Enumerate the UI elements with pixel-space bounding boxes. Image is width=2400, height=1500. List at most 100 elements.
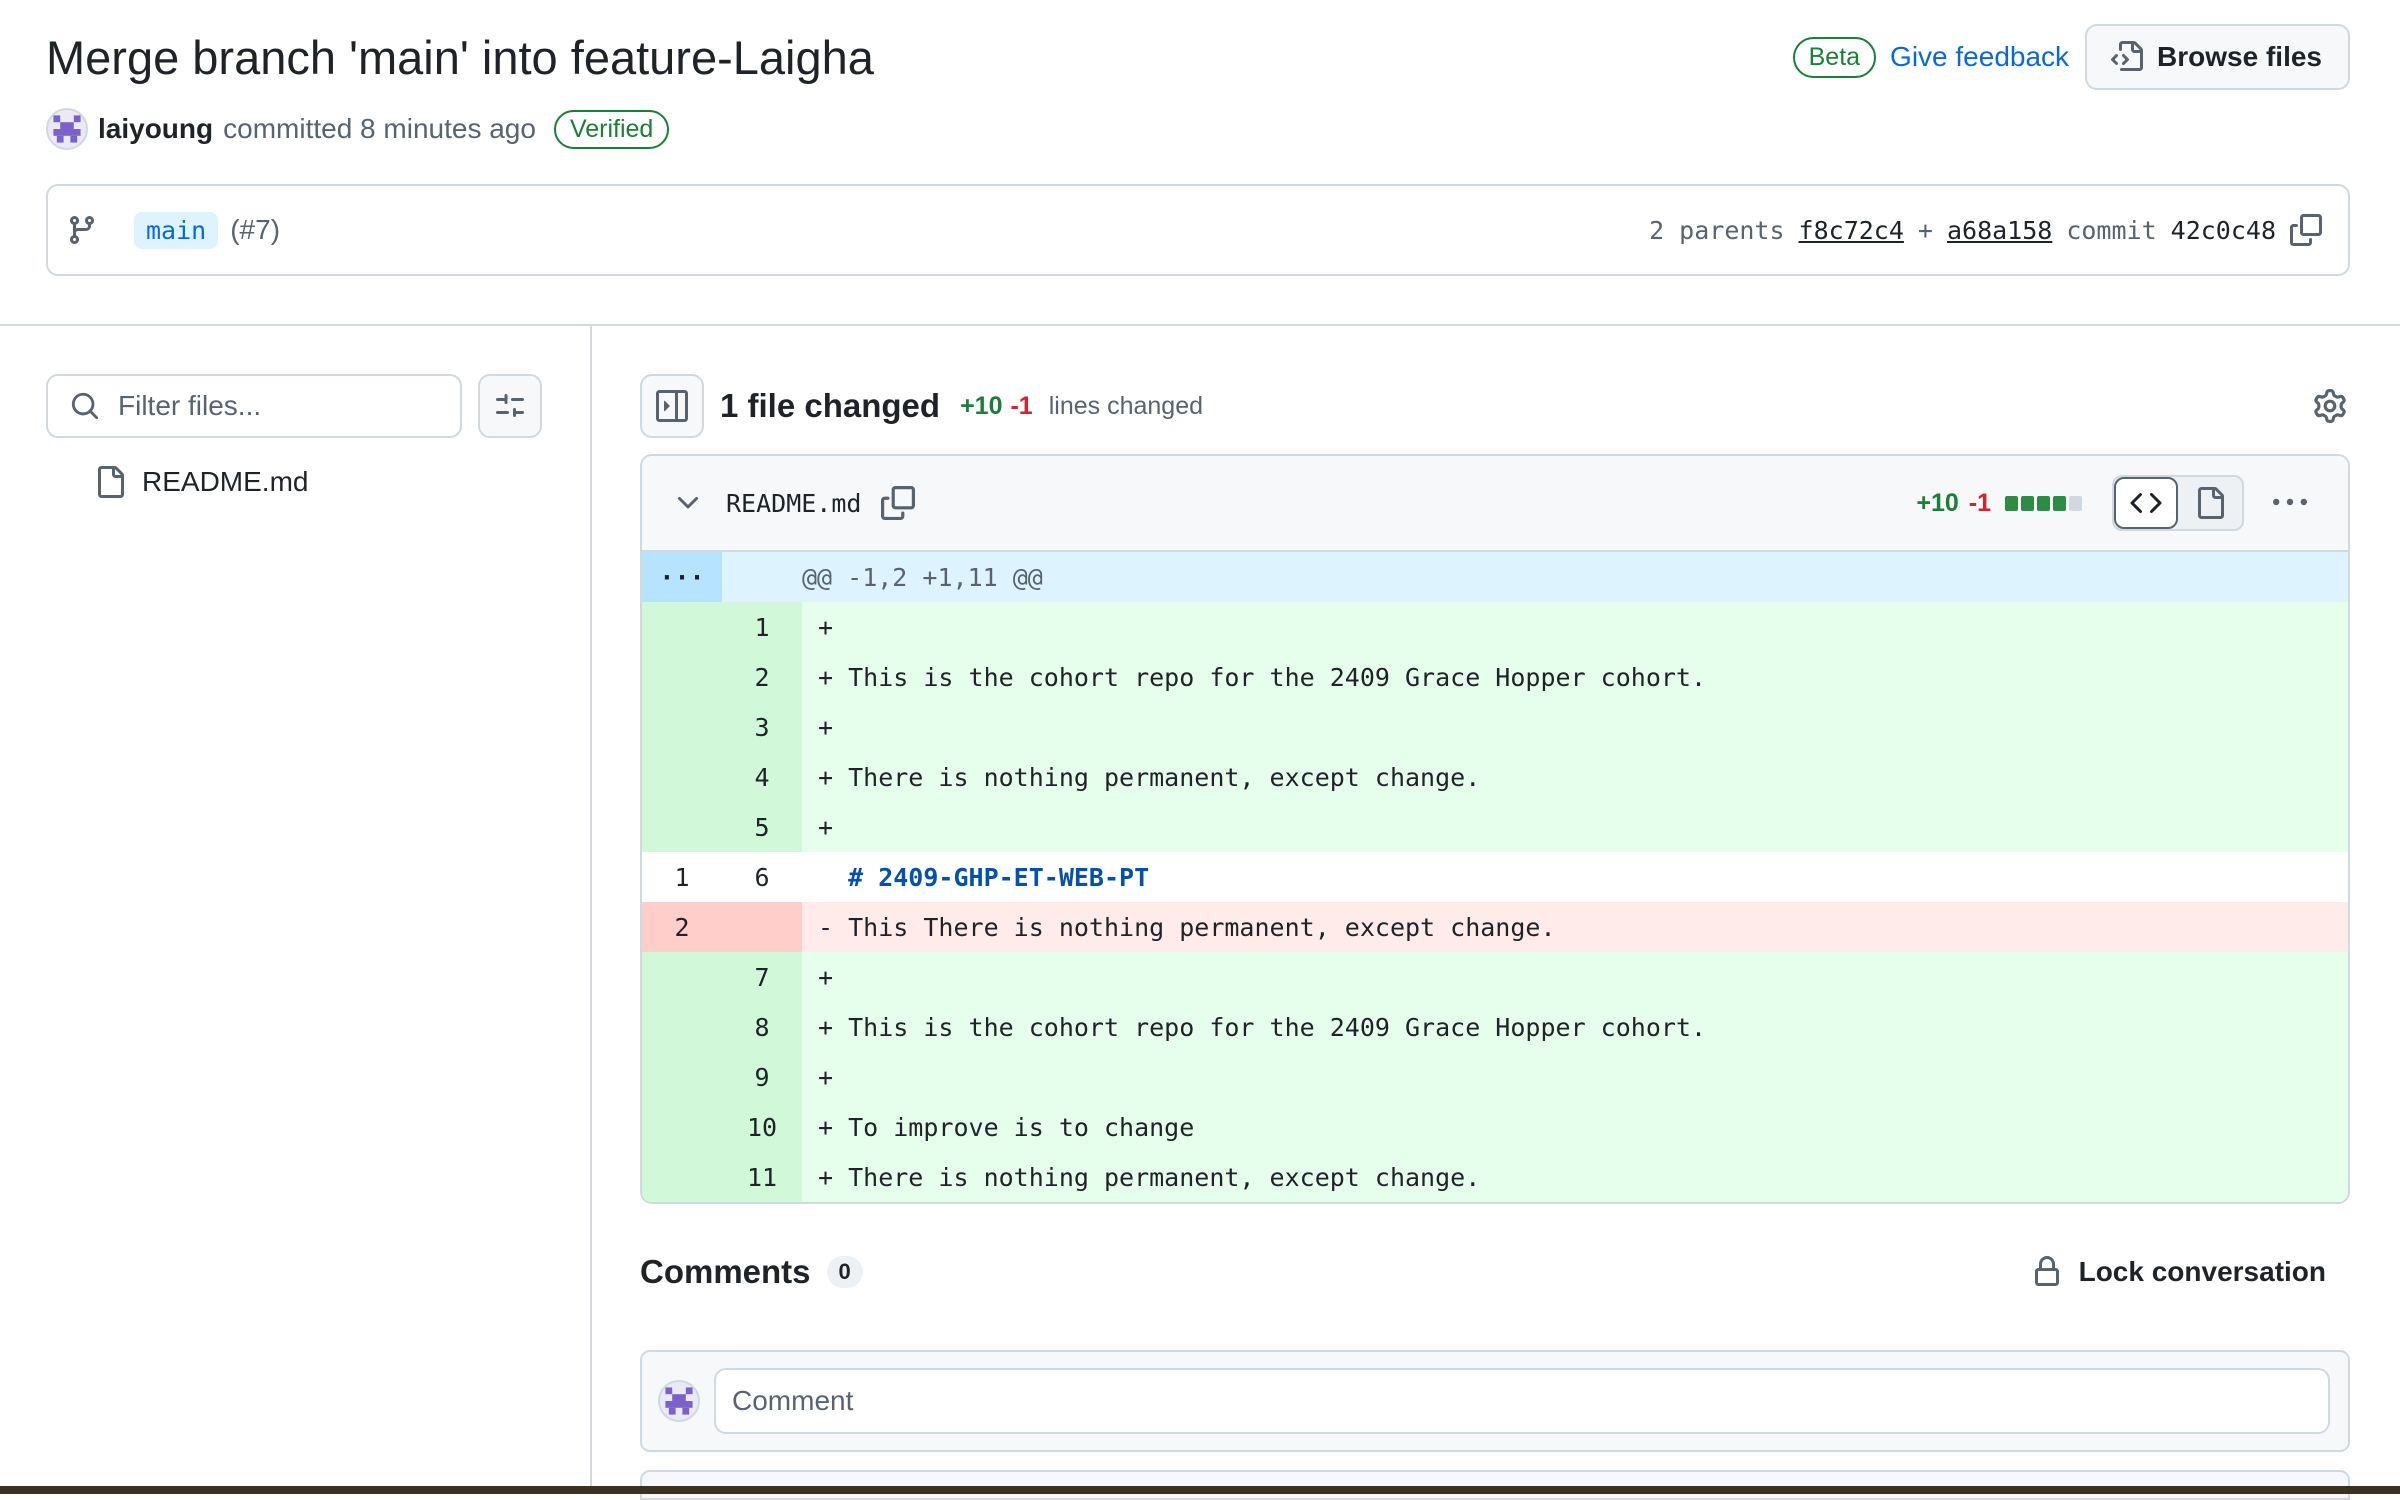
new-line-number[interactable]: 5 [722, 802, 802, 852]
git-branch-icon [69, 216, 94, 245]
diff-line-add: 3 + [642, 702, 2348, 752]
diff-table: ··· @@ -1,2 +1,11 @@ 1 +2 + This is the co… [642, 552, 2348, 1202]
expand-hunk-button[interactable]: ··· [642, 552, 722, 602]
diffstat-block-add [2037, 495, 2050, 511]
parents-info: 2 parents f8c72c4 + a68a158 commit 42c0c… [1649, 214, 2322, 246]
old-line-number[interactable] [642, 802, 722, 852]
old-line-number[interactable] [642, 1002, 722, 1052]
new-line-number[interactable]: 3 [722, 702, 802, 752]
lock-icon [2034, 1256, 2059, 1286]
file-deletions: -1 [1968, 488, 1991, 517]
old-line-number[interactable]: 2 [642, 902, 722, 952]
browse-files-button[interactable]: Browse files [2085, 24, 2350, 90]
old-line-number[interactable] [642, 1102, 722, 1152]
files-changed-count: 1 file changed [720, 387, 941, 424]
branch-label[interactable]: main [134, 211, 219, 249]
parent-sha-2[interactable]: a68a158 [1947, 216, 2052, 245]
old-line-number[interactable] [642, 952, 722, 1002]
total-additions: +10 [960, 391, 1003, 420]
diff-line-code: + To improve is to change [802, 1102, 2348, 1152]
verified-badge[interactable]: Verified [553, 109, 670, 149]
header-actions: Beta Give feedback Browse files [1792, 24, 2350, 90]
old-line-number[interactable] [642, 602, 722, 652]
hunk-header-row: ··· @@ -1,2 +1,11 @@ [642, 552, 2348, 602]
diff-line-code: + There is nothing permanent, except cha… [802, 752, 2348, 802]
diff-line-del: 2 - This There is nothing permanent, exce… [642, 902, 2348, 952]
view-toggle [2112, 475, 2244, 531]
file-icon [2198, 487, 2224, 519]
diff-line-add: 7 + [642, 952, 2348, 1002]
diff-line-code: + [802, 602, 2348, 652]
diff-line-add: 11 + There is nothing permanent, except c… [642, 1152, 2348, 1202]
parents-label: 2 parents [1649, 215, 1785, 245]
new-line-number[interactable]: 7 [722, 952, 802, 1002]
pr-reference[interactable]: (#7) [230, 214, 280, 246]
comments-title: Comments [640, 1253, 811, 1290]
comment-input[interactable]: Comment [714, 1368, 2330, 1434]
file-options-button[interactable] [2262, 475, 2318, 531]
commit-title: Merge branch 'main' into feature-Laigha [46, 31, 874, 84]
chevron-down-icon[interactable] [672, 487, 704, 519]
parent-sha-1[interactable]: f8c72c4 [1799, 216, 1904, 245]
view-rendered-button[interactable] [2178, 477, 2242, 529]
toggle-sidebar-button[interactable] [640, 374, 704, 438]
diff-file-readme: README.md +10 -1 ··· @@ -1,2 +1,11 @@ 1 … [640, 454, 2350, 1204]
diffstat-block-add [2005, 495, 2018, 511]
gear-icon [2314, 389, 2346, 423]
diff-line-code: + [802, 952, 2348, 1002]
lines-changed-label: lines changed [1048, 391, 1204, 420]
old-line-number[interactable] [642, 702, 722, 752]
new-line-number[interactable] [722, 902, 802, 952]
avatar[interactable] [46, 108, 88, 150]
copy-icon[interactable] [881, 486, 916, 520]
file-icon [98, 466, 124, 498]
kebab-horizontal-icon [2273, 498, 2307, 506]
diff-summary-bar: 1 file changed +10 -1 lines changed [640, 374, 2350, 438]
beta-badge: Beta [1792, 36, 1877, 78]
diffstat-block-add [2053, 495, 2066, 511]
view-code-button[interactable] [2114, 477, 2178, 529]
old-line-number[interactable]: 1 [642, 852, 722, 902]
copy-icon[interactable] [2290, 214, 2322, 246]
next-section-stub [640, 1470, 2350, 1500]
commit-sha: 42c0c48 [2170, 215, 2276, 245]
give-feedback-link[interactable]: Give feedback [1890, 41, 2069, 73]
diff-line-code: + This is the cohort repo for the 2409 G… [802, 1002, 2348, 1052]
comment-composer: Comment [640, 1350, 2350, 1452]
new-line-number[interactable]: 9 [722, 1052, 802, 1102]
new-line-number[interactable]: 6 [722, 852, 802, 902]
diff-line-add: 8 + This is the cohort repo for the 2409 … [642, 1002, 2348, 1052]
sliders-icon [496, 394, 524, 417]
diff-line-code: + [802, 802, 2348, 852]
old-line-number[interactable] [642, 652, 722, 702]
author-name[interactable]: laiyoung [98, 113, 213, 145]
commit-time: committed 8 minutes ago [223, 113, 536, 144]
filter-files-input[interactable]: Filter files... [46, 374, 462, 438]
diff-line-code: + [802, 702, 2348, 752]
diff-settings-button[interactable] [2310, 386, 2350, 426]
old-line-number[interactable] [642, 1052, 722, 1102]
diff-line-code: + This is the cohort repo for the 2409 G… [802, 652, 2348, 702]
old-line-number[interactable] [642, 1152, 722, 1202]
new-line-number[interactable]: 11 [722, 1152, 802, 1202]
commit-meta-box: main (#7) 2 parents f8c72c4 + a68a158 co… [46, 184, 2350, 276]
new-line-number[interactable]: 1 [722, 602, 802, 652]
diff-line-code: + [802, 1052, 2348, 1102]
old-line-number[interactable] [642, 752, 722, 802]
diff-line-code: # 2409-GHP-ET-WEB-PT [802, 852, 2348, 902]
new-line-number[interactable]: 10 [722, 1102, 802, 1152]
new-line-number[interactable]: 8 [722, 1002, 802, 1052]
lock-conversation-button[interactable]: Lock conversation [2031, 1256, 2326, 1288]
comment-placeholder: Comment [732, 1385, 854, 1416]
new-line-number[interactable]: 4 [722, 752, 802, 802]
diff-file-name[interactable]: README.md [726, 489, 861, 518]
identicon-icon [665, 1387, 693, 1415]
filter-options-button[interactable] [478, 374, 542, 438]
new-line-number[interactable]: 2 [722, 652, 802, 702]
file-code-icon [2111, 41, 2144, 71]
file-tree-sidebar: Filter files... README.md [0, 326, 592, 1494]
search-icon [71, 392, 99, 420]
file-additions: +10 [1916, 488, 1959, 517]
file-tree-item-readme[interactable]: README.md [94, 466, 308, 498]
diff-line-code: - This There is nothing permanent, excep… [802, 902, 2348, 952]
